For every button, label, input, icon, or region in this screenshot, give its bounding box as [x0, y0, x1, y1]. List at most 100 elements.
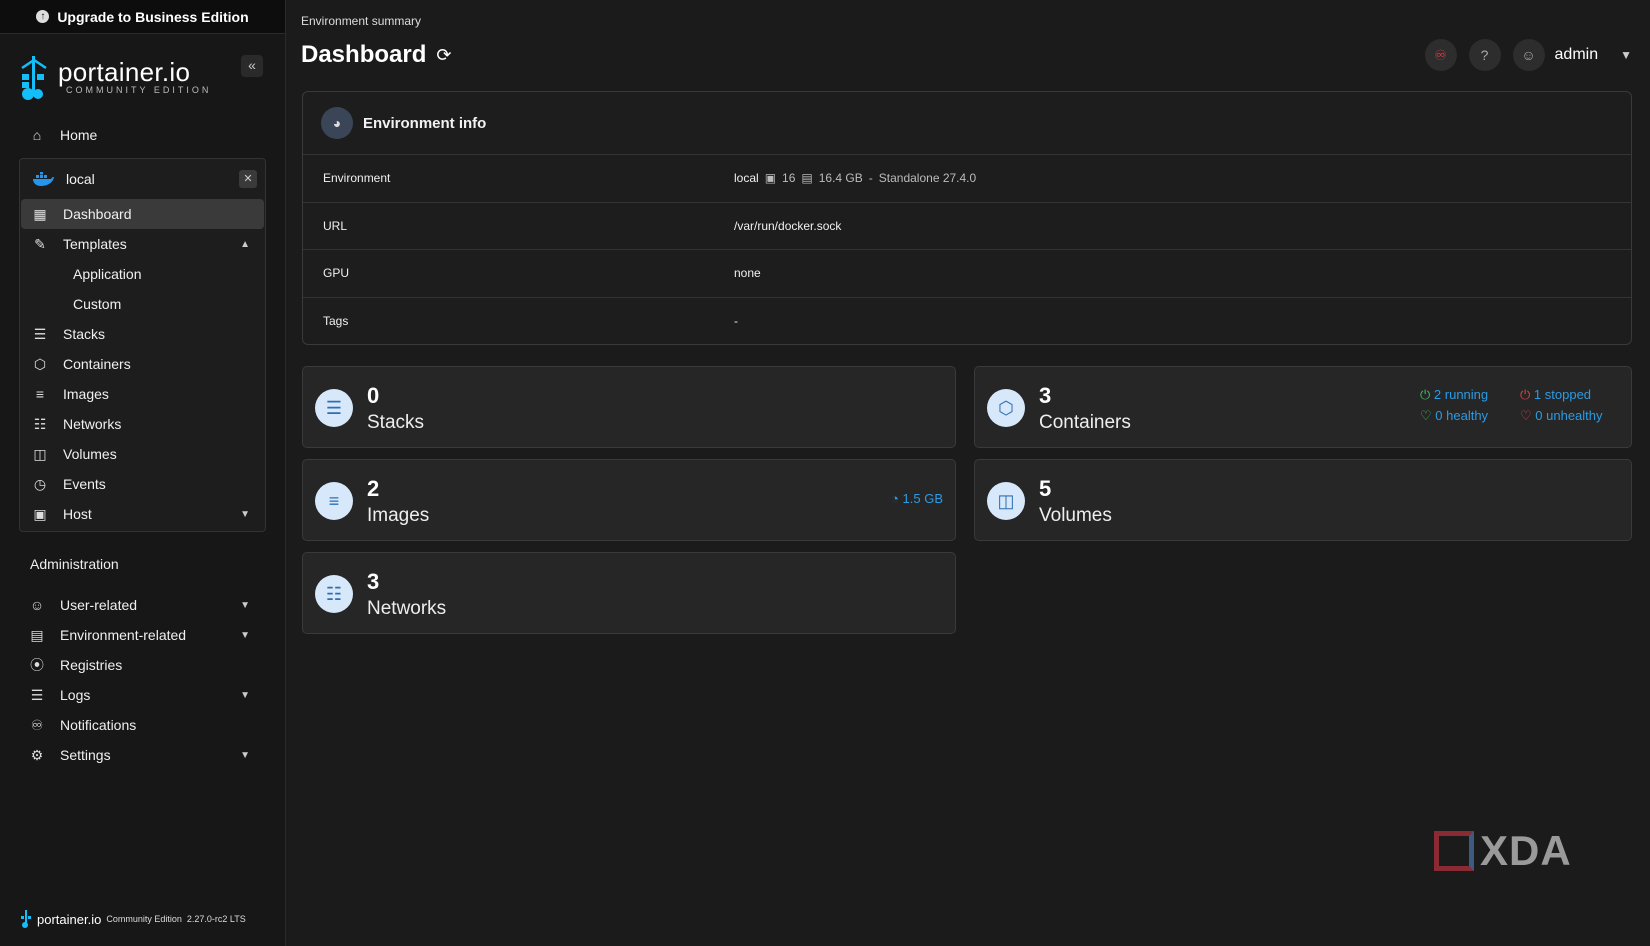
sidebar-item-images[interactable]: ≡ Images [21, 379, 264, 409]
environment-name-value: local [734, 171, 759, 186]
sidebar-item-label: Application [73, 266, 142, 282]
upgrade-label: Upgrade to Business Edition [57, 8, 249, 25]
layers-icon: ☰ [315, 389, 353, 427]
collapse-sidebar-button[interactable]: « [241, 55, 263, 77]
user-icon: ☺ [1521, 47, 1536, 63]
sidebar-item-label: Dashboard [63, 206, 132, 222]
volumes-tile[interactable]: ◫ 5 Volumes [974, 459, 1632, 541]
sidebar-item-custom[interactable]: Custom [21, 289, 264, 319]
portainer-logo-icon [21, 910, 31, 928]
sidebar-item-label: Custom [73, 296, 122, 312]
sidebar-footer: portainer.io Community Edition 2.27.0-rc… [20, 910, 246, 928]
power-icon: ⏻ [1420, 387, 1431, 402]
page-title: Dashboard [301, 41, 427, 68]
sidebar-item-networks[interactable]: ☷ Networks [21, 409, 264, 439]
refresh-icon[interactable]: ⟳ [436, 45, 451, 66]
info-row-environment: Environment local ▣ 16 ▤ 16.4 GB - Stand… [303, 155, 1631, 203]
environment-type: Standalone 27.4.0 [878, 171, 977, 186]
sidebar-item-environment-related[interactable]: ▤ Environment-related ▼ [0, 620, 285, 650]
volumes-label: Volumes [1039, 505, 1112, 526]
home-icon: ⌂ [32, 127, 42, 143]
xda-logo-icon [1434, 831, 1474, 871]
chevron-down-icon[interactable]: ▼ [1620, 48, 1632, 62]
cpu-icon: ▣ [764, 171, 777, 186]
heart-icon: ♡ [1520, 408, 1532, 423]
sidebar-item-application[interactable]: Application [21, 259, 264, 289]
stacks-tile[interactable]: ☰ 0 Stacks [302, 366, 956, 448]
info-value: - [734, 314, 738, 329]
box-icon: ⬡ [33, 355, 47, 372]
footer-edition: Community Edition [106, 914, 182, 924]
environment-header[interactable]: local ✕ [20, 159, 265, 199]
info-key: URL [323, 218, 348, 233]
environment-info-card: ◕ Environment info Environment local ▣ 1… [302, 91, 1632, 345]
sidebar-item-label: Settings [60, 747, 111, 763]
info-row-url: URL /var/run/docker.sock [303, 203, 1631, 250]
containers-count: 3 [1039, 383, 1052, 408]
brand-edition: COMMUNITY EDITION [66, 85, 212, 95]
info-key: GPU [323, 266, 350, 281]
brand[interactable]: portainer.io COMMUNITY EDITION « [0, 34, 285, 120]
stacks-label: Stacks [367, 412, 425, 433]
sidebar-item-registries[interactable]: ⦿ Registries [0, 650, 285, 680]
sidebar-item-label: Home [60, 127, 98, 143]
stopped-status: ⏻ 1 stopped [1520, 387, 1591, 403]
docker-icon [33, 172, 54, 186]
radio-icon: ⦿ [30, 657, 44, 673]
power-off-icon: ⏻ [1520, 387, 1531, 402]
close-environment-button[interactable]: ✕ [239, 170, 257, 188]
environment-info-header: ◕ Environment info [303, 92, 1631, 155]
sidebar-item-label: Registries [60, 657, 123, 673]
sidebar-item-containers[interactable]: ⬡ Containers [21, 349, 264, 379]
chevron-down-icon: ▼ [240, 508, 250, 520]
images-size-value: 1.5 GB [902, 491, 943, 506]
bell-icon: ♾ [1434, 46, 1447, 63]
networks-tile[interactable]: ☷ 3 Networks [302, 552, 956, 634]
memory-icon: ▤ [801, 171, 813, 186]
networks-count: 3 [367, 569, 380, 594]
sidebar-item-logs[interactable]: ☰ Logs ▼ [0, 680, 285, 710]
header-actions: ♾ ? ☺ admin ▼ [1424, 39, 1632, 71]
sidebar-item-events[interactable]: ◷ Events [21, 469, 264, 499]
avatar[interactable]: ☺ [1512, 39, 1545, 71]
dashboard-icon: ▦ [33, 205, 47, 222]
sidebar-item-user-related[interactable]: ☺ User-related ▼ [0, 590, 285, 620]
notifications-button[interactable]: ♾ [1424, 39, 1457, 71]
sidebar-item-label: Templates [63, 236, 127, 252]
chevron-down-icon: ▼ [240, 599, 250, 611]
sidebar-item-label: Events [63, 476, 106, 492]
heart-icon: ♡ [1420, 408, 1432, 423]
sidebar-item-label: Images [63, 386, 109, 402]
help-button[interactable]: ? [1468, 39, 1501, 71]
breadcrumb: Environment summary [301, 14, 422, 28]
environment-name: local [66, 171, 95, 187]
images-label: Images [367, 505, 430, 526]
sidebar-item-volumes[interactable]: ◫ Volumes [21, 439, 264, 469]
arrow-up-icon: ↑ [36, 10, 50, 23]
info-key: Tags [323, 314, 349, 329]
database-icon: ◫ [987, 482, 1025, 520]
card-title: Environment info [363, 114, 487, 132]
sidebar-item-stacks[interactable]: ☰ Stacks [21, 319, 264, 349]
sidebar-item-settings[interactable]: ⚙ Settings ▼ [0, 740, 285, 770]
hard-drive-icon: ▤ [30, 626, 44, 643]
images-tile[interactable]: ≡ 2 Images ◔ 1.5 GB [302, 459, 956, 541]
memory-size: 16.4 GB [818, 171, 863, 186]
images-count: 2 [367, 476, 380, 501]
pie-chart-icon: ◔ [891, 491, 899, 506]
upgrade-banner[interactable]: ↑ Upgrade to Business Edition [0, 0, 285, 34]
network-icon: ☷ [315, 575, 353, 613]
user-name[interactable]: admin [1555, 46, 1599, 64]
stacks-count: 0 [367, 383, 380, 408]
file-text-icon: ☰ [30, 686, 44, 703]
sidebar-item-notifications[interactable]: ♾ Notifications [0, 710, 285, 740]
containers-tile[interactable]: ⬡ 3 Containers ⏻ 2 running ⏻ 1 stopped ♡… [974, 366, 1632, 448]
sidebar-item-host[interactable]: ▣ Host ▼ [21, 499, 264, 529]
users-icon: ☺ [29, 597, 45, 613]
sidebar-item-templates[interactable]: ✎ Templates ▲ [21, 229, 264, 259]
sidebar-item-dashboard[interactable]: ▦ Dashboard [21, 199, 264, 229]
sidebar-item-home[interactable]: ⌂ Home [0, 120, 285, 150]
box-icon: ⬡ [987, 389, 1025, 427]
info-value: /var/run/docker.sock [734, 218, 842, 233]
app-window: ↑ Upgrade to Business Edition portainer.… [0, 0, 1650, 946]
